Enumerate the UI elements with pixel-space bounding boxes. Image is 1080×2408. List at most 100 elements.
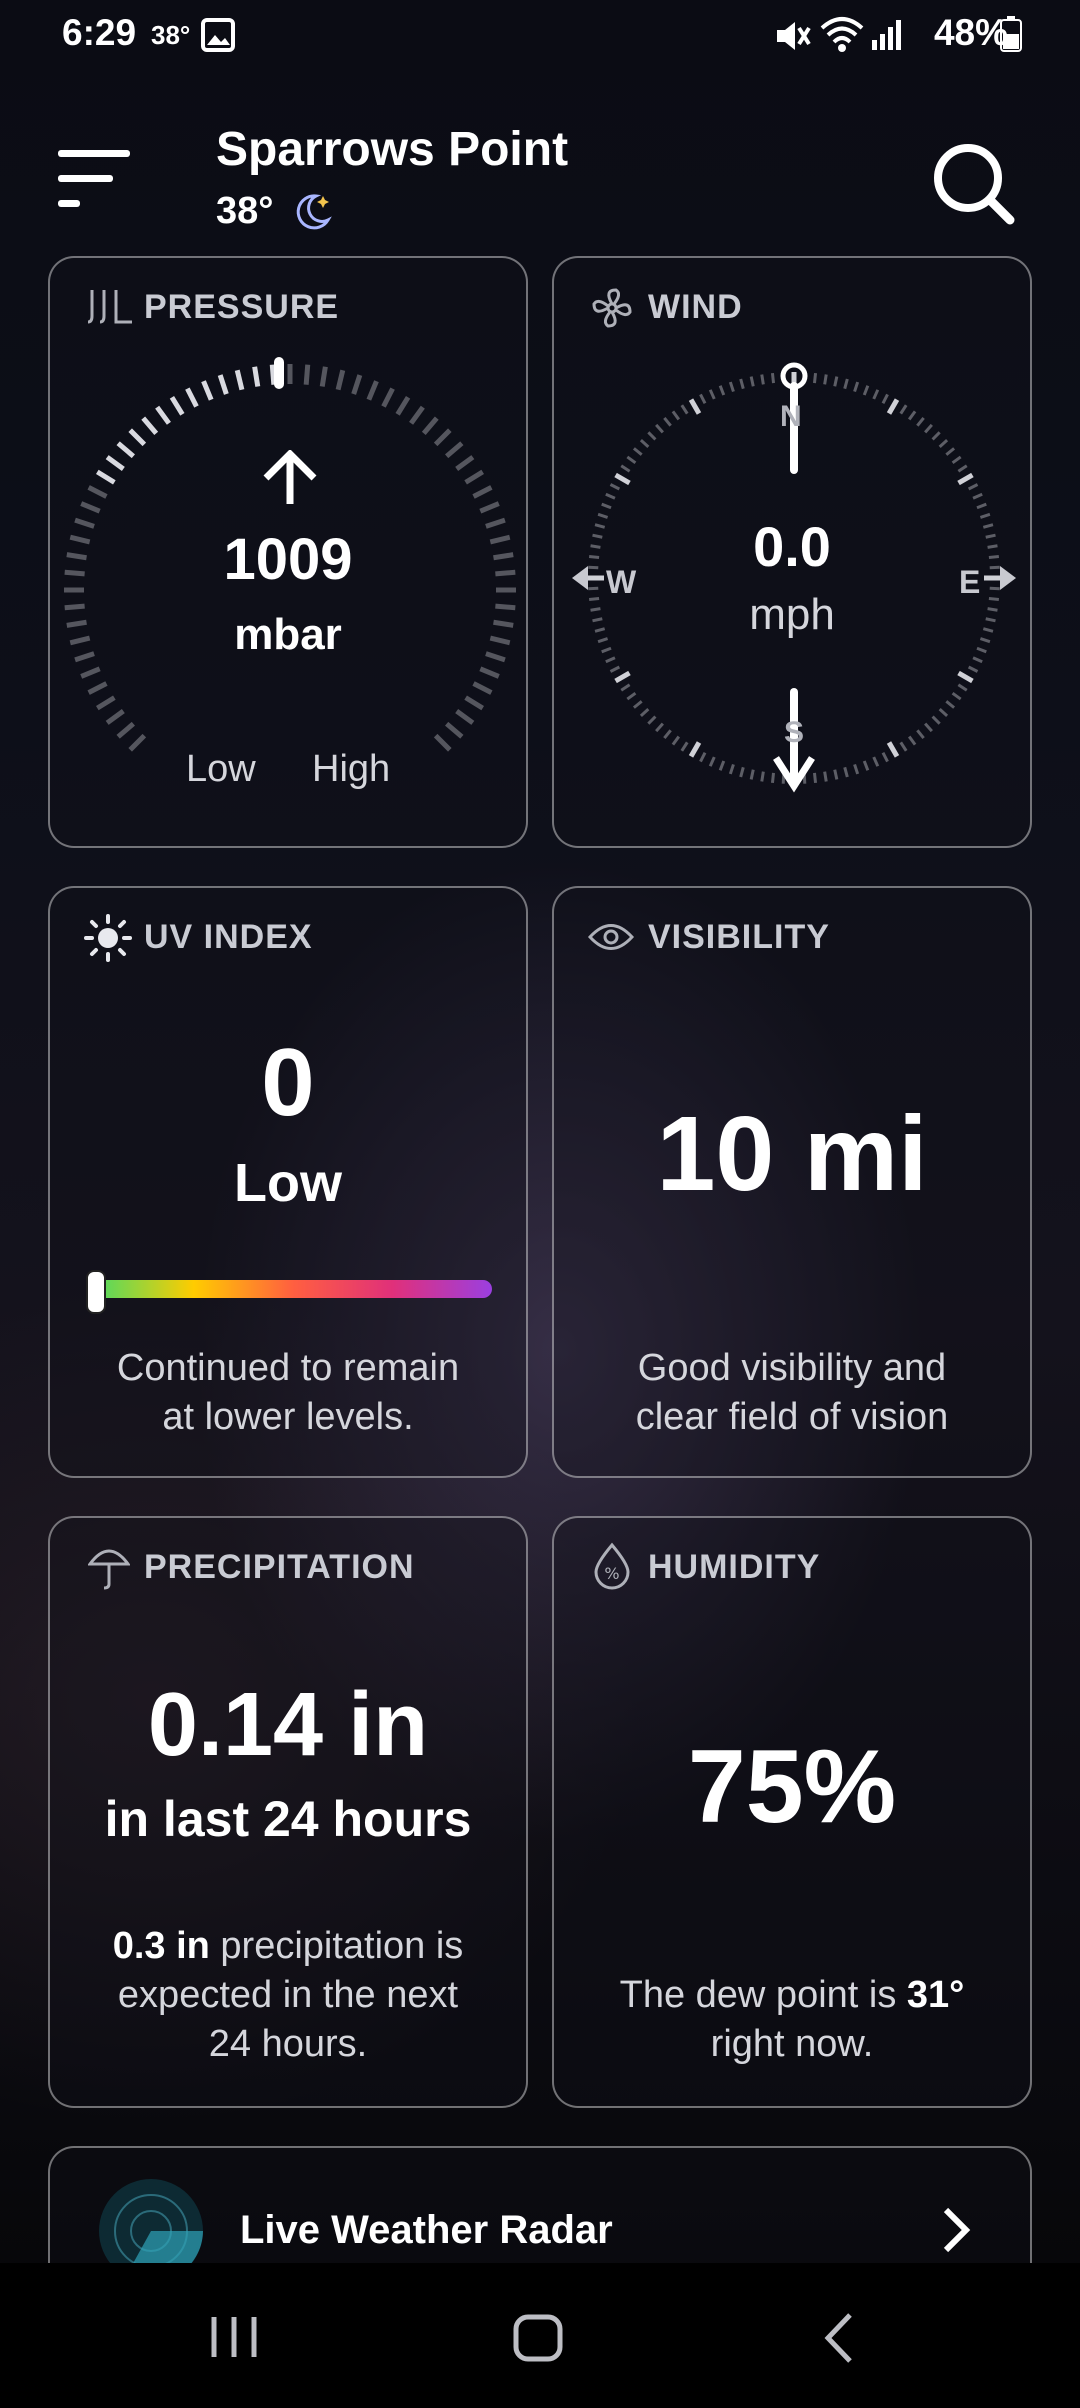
pressure-gauge-tick [234, 369, 245, 391]
compass-tick [688, 741, 702, 758]
pressure-gauge-tick [269, 364, 277, 385]
pressure-gauge-tick [105, 709, 125, 725]
compass-tick [614, 472, 631, 486]
pressure-gauge-tick [395, 395, 411, 416]
compass-tick [833, 376, 839, 387]
compass-tick [708, 389, 716, 400]
visibility-description-line1: Good visibility and [637, 1347, 947, 1389]
pressure-gauge-tick [80, 501, 101, 514]
pressure-gauge-tick [472, 485, 493, 499]
pressure-gauge-tick [201, 380, 214, 401]
compass-tick [924, 423, 933, 434]
precipitation-value: 0.14 in [147, 1675, 429, 1775]
visibility-value: 10 mi [656, 1095, 928, 1213]
uv-index-card[interactable]: UV INDEX 0 Low Continued to remain at lo… [48, 886, 528, 1478]
svg-text:%: % [604, 1564, 619, 1583]
home-icon[interactable] [512, 2313, 564, 2368]
pressure-high-label: High [312, 748, 391, 790]
chevron-right-icon[interactable] [940, 2206, 972, 2259]
compass-tick [972, 656, 983, 664]
compass-tick [708, 756, 716, 767]
compass-south-label: S [784, 716, 805, 749]
compass-tick [671, 735, 681, 746]
compass-tick [812, 372, 818, 384]
wind-card[interactable]: WIND N S E W 0.0 mph [552, 256, 1032, 848]
compass-tick [609, 665, 621, 673]
compass-tick [976, 502, 987, 510]
compass-tick [972, 492, 983, 500]
compass-tick [823, 374, 828, 385]
compass-tick [938, 708, 949, 717]
compass-tick [760, 771, 765, 782]
compass-tick [760, 374, 765, 385]
compass-tick [886, 398, 900, 415]
pressure-gauge-tick [128, 428, 147, 447]
compass-tick [626, 691, 637, 701]
pressure-gauge-tick [472, 681, 493, 695]
visibility-description-line2: clear field of vision [635, 1396, 949, 1438]
compass-tick [680, 404, 689, 415]
location-name[interactable]: Sparrows Point [216, 122, 568, 177]
compass-tick [609, 483, 621, 491]
compass-tick [976, 646, 987, 654]
wind-speed-value: 0.0 [753, 515, 831, 578]
compass-tick [957, 670, 974, 684]
radar-label: Live Weather Radar [240, 2208, 613, 2252]
pressure-gauge-tick [433, 428, 452, 447]
compass-tick [872, 389, 880, 400]
pressure-gauge-tick [169, 395, 185, 416]
humidity-title: HUMIDITY [648, 1548, 821, 1586]
visibility-card[interactable]: VISIBILITY 10 mi Good visibility and cle… [552, 886, 1032, 1478]
pressure-gauge-tick [64, 603, 85, 611]
pressure-card[interactable]: PRESSURE 1009 mbar Low High [48, 256, 528, 848]
pressure-gauge-tick [479, 501, 500, 514]
compass-tick [632, 700, 643, 709]
compass-tick [647, 715, 657, 725]
precipitation-forecast-line1: 0.3 in precipitation is [50, 1922, 526, 1971]
compass-tick [639, 708, 650, 717]
humidity-card[interactable]: % HUMIDITY 75% The dew point is 31° righ… [552, 1516, 1032, 2108]
pressure-gauge-tick [433, 733, 452, 752]
pressure-gauge-tick [464, 695, 485, 711]
precipitation-card[interactable]: PRECIPITATION 0.14 in in last 24 hours 0… [48, 1516, 528, 2108]
compass-tick [881, 393, 889, 405]
compass-tick [601, 502, 612, 510]
compass-tick [951, 691, 962, 701]
recent-apps-icon[interactable] [208, 2313, 260, 2366]
compass-tick [938, 439, 949, 448]
precipitation-period: in last 24 hours [104, 1791, 472, 1847]
compass-tick [718, 385, 726, 396]
pressure-gauge-tick [116, 721, 135, 739]
back-icon[interactable] [820, 2311, 860, 2370]
menu-icon[interactable] [56, 148, 132, 215]
pressure-gauge-tick [105, 455, 125, 471]
gallery-icon [201, 18, 235, 57]
compass-tick [881, 751, 889, 763]
compass-tick [614, 670, 631, 684]
pressure-gauge-tick [319, 366, 328, 387]
compass-tick [853, 381, 860, 393]
uv-title: UV INDEX [144, 918, 313, 956]
pressure-gauge-tick [455, 455, 475, 471]
pressure-gauge-tick [455, 709, 475, 725]
compass-tick [945, 447, 956, 456]
compass-tick [749, 376, 755, 387]
pressure-gauge-tick [185, 387, 199, 408]
umbrella-icon [87, 1546, 131, 1595]
compass-tick [989, 586, 1000, 591]
status-time: 6:29 [62, 12, 137, 53]
pressure-gauge-tick [95, 695, 116, 711]
compass-tick [823, 771, 828, 782]
pressure-gauge-tick [80, 666, 101, 679]
compass-tick [588, 586, 599, 591]
compass-tick [680, 741, 689, 752]
uv-description-line1: Continued to remain [116, 1347, 460, 1389]
pressure-gauge-tick [116, 441, 135, 459]
uv-value: 0 [261, 1029, 315, 1136]
compass-tick [967, 483, 979, 491]
compass-tick [931, 715, 941, 725]
compass-tick [951, 455, 962, 465]
search-icon[interactable] [930, 140, 1016, 231]
humidity-drop-icon: % [592, 1542, 632, 1595]
compass-tick [626, 455, 637, 465]
